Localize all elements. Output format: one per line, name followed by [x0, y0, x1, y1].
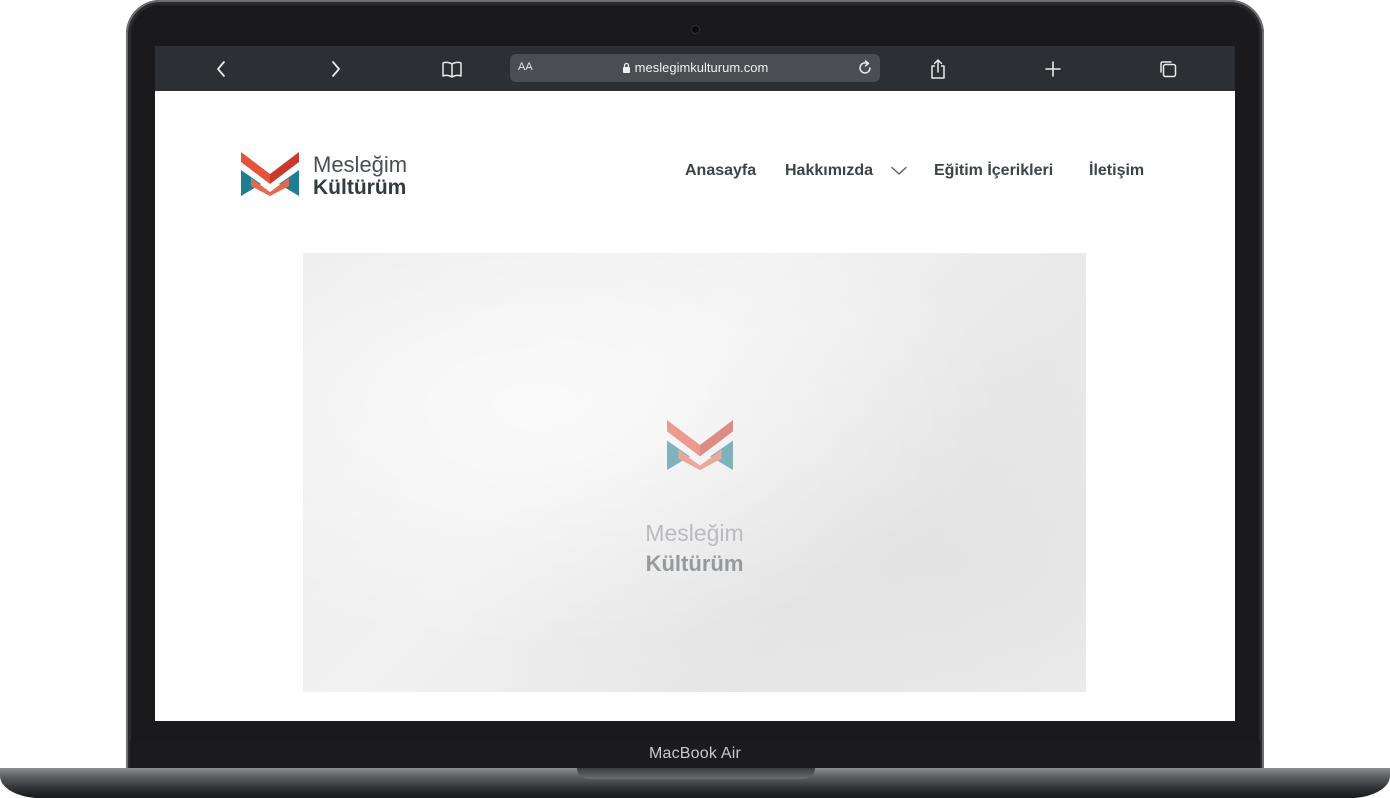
hero-logo-text-top: Mesleğim	[645, 520, 744, 546]
browser-toolbar: AA meslegimkulturum.com	[155, 46, 1235, 91]
webcam	[692, 26, 699, 33]
logo-text-top: Mesleğim	[313, 152, 408, 177]
lock-icon	[622, 61, 631, 76]
tabs-button[interactable]	[1154, 55, 1182, 83]
laptop-hinge-notch	[577, 768, 815, 779]
chevron-down-icon[interactable]	[891, 166, 907, 176]
reload-button[interactable]	[855, 58, 875, 78]
tabs-icon	[1160, 61, 1177, 78]
address-bar[interactable]: AA meslegimkulturum.com	[510, 54, 880, 82]
logo-mark-icon	[241, 152, 299, 196]
bookmarks-button[interactable]	[438, 55, 466, 83]
back-button[interactable]	[207, 55, 235, 83]
nav-hakkimizda[interactable]: Hakkımızda	[785, 162, 873, 180]
book-icon	[442, 61, 462, 78]
plus-icon	[1045, 61, 1061, 77]
nav-anasayfa[interactable]: Anasayfa	[685, 162, 756, 180]
laptop-frame: AA meslegimkulturum.com Mesleğim Kültürü…	[0, 0, 1390, 798]
logo-text-bottom: Kültürüm	[313, 176, 407, 199]
hero-logo-mark-icon	[667, 420, 733, 470]
browser-screen: AA meslegimkulturum.com Mesleğim Kültürü…	[155, 46, 1235, 721]
site-logo[interactable]: Mesleğim Kültürüm	[241, 150, 421, 200]
forward-button[interactable]	[322, 55, 350, 83]
url-display: meslegimkulturum.com	[510, 60, 880, 76]
new-tab-button[interactable]	[1039, 55, 1067, 83]
reload-icon	[859, 60, 871, 74]
nav-iletisim[interactable]: İletişim	[1089, 162, 1144, 180]
chevron-left-icon	[217, 61, 225, 77]
hero-logo-text-bottom: Kültürüm	[645, 551, 744, 576]
nav-egitim-icerikleri[interactable]: Eğitim İçerikleri	[934, 162, 1053, 180]
share-button[interactable]	[924, 55, 952, 83]
chevron-right-icon	[332, 61, 340, 77]
hero-video[interactable]	[303, 253, 1086, 692]
share-icon	[931, 59, 945, 79]
device-label: MacBook Air	[648, 745, 741, 762]
url-text: meslegimkulturum.com	[634, 60, 769, 75]
